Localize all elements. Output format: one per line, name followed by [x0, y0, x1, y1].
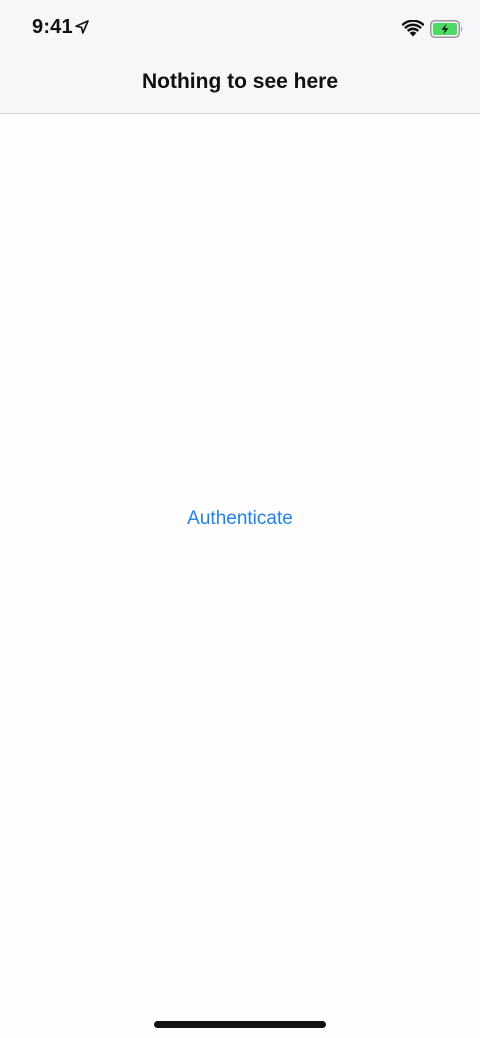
authenticate-button[interactable]: Authenticate — [140, 504, 340, 534]
status-bar: 9:41 — [0, 0, 480, 58]
app-screen: 9:41 Nothing to see here Authenticate — [0, 0, 480, 1038]
wifi-icon — [402, 20, 424, 37]
home-indicator[interactable] — [154, 1021, 326, 1028]
location-arrow-icon — [75, 20, 89, 34]
battery-charging-icon — [430, 20, 463, 38]
status-time: 9:41 — [32, 16, 73, 38]
top-bar: 9:41 Nothing to see here — [0, 0, 480, 114]
page-title: Nothing to see here — [141, 70, 339, 93]
